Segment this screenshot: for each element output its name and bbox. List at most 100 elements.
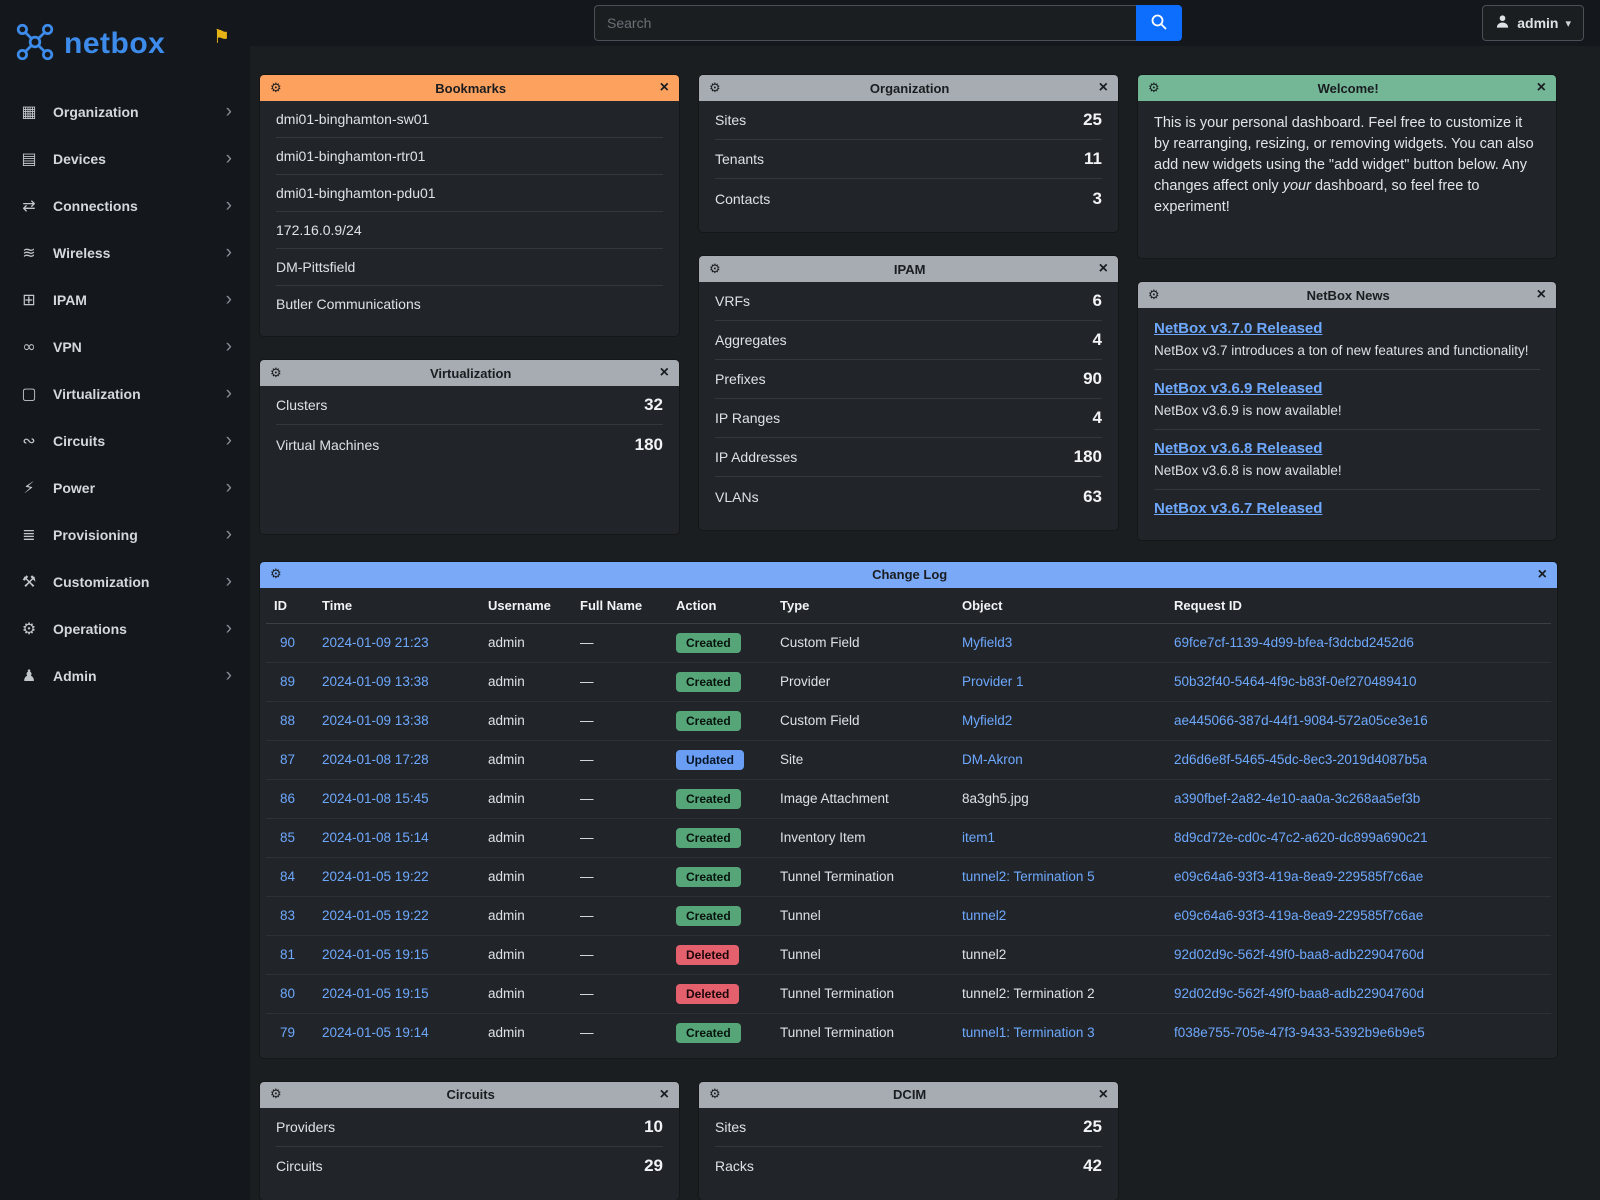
user-menu-button[interactable]: admin ▾ — [1482, 5, 1584, 41]
change-time-link[interactable]: 2024-01-05 19:14 — [322, 1025, 429, 1040]
gear-icon[interactable]: ⚙ — [709, 81, 721, 96]
column-header[interactable]: ID — [266, 588, 314, 624]
change-object-link[interactable]: tunnel2 — [962, 947, 1006, 962]
request-id-link[interactable]: 50b32f40-5464-4f9c-b83f-0ef270489410 — [1174, 674, 1416, 689]
change-id-link[interactable]: 80 — [280, 986, 295, 1001]
change-time-link[interactable]: 2024-01-05 19:22 — [322, 908, 429, 923]
change-object-link[interactable]: Provider 1 — [962, 674, 1024, 689]
change-id-link[interactable]: 85 — [280, 830, 295, 845]
change-time-link[interactable]: 2024-01-09 13:38 — [322, 674, 429, 689]
change-time-link[interactable]: 2024-01-05 19:22 — [322, 869, 429, 884]
request-id-link[interactable]: 8d9cd72e-cd0c-47c2-a620-dc899a690c21 — [1174, 830, 1428, 845]
change-object-link[interactable]: Myfield3 — [962, 635, 1012, 650]
request-id-link[interactable]: a390fbef-2a82-4e10-aa0a-3c268aa5ef3b — [1174, 791, 1420, 806]
change-id-link[interactable]: 87 — [280, 752, 295, 767]
request-id-link[interactable]: f038e755-705e-47f3-9433-5392b9e6b9e5 — [1174, 1025, 1425, 1040]
change-id-link[interactable]: 79 — [280, 1025, 295, 1040]
stat-value[interactable]: 25 — [1083, 110, 1102, 130]
change-time-link[interactable]: 2024-01-09 21:23 — [322, 635, 429, 650]
change-object-link[interactable]: item1 — [962, 830, 995, 845]
bookmark-item[interactable]: Butler Communications — [276, 286, 663, 322]
column-header[interactable]: Type — [772, 588, 954, 624]
close-icon[interactable]: × — [1537, 287, 1546, 303]
change-object-link[interactable]: 8a3gh5.jpg — [962, 791, 1029, 806]
stat-value[interactable]: 4 — [1093, 408, 1102, 428]
stat-value[interactable]: 6 — [1093, 291, 1102, 311]
search-button[interactable] — [1136, 5, 1182, 41]
stat-value[interactable]: 29 — [644, 1156, 663, 1176]
gear-icon[interactable]: ⚙ — [270, 81, 282, 96]
column-header[interactable]: Username — [480, 588, 572, 624]
bookmark-item[interactable]: dmi01-binghamton-rtr01 — [276, 138, 663, 175]
request-id-link[interactable]: 69fce7cf-1139-4d99-bfea-f3dcbd2452d6 — [1174, 635, 1414, 650]
stat-value[interactable]: 10 — [644, 1117, 663, 1137]
news-headline-link[interactable]: NetBox v3.6.7 Released — [1154, 500, 1322, 517]
sidebar-item[interactable]: Circuits › — [0, 417, 250, 464]
change-id-link[interactable]: 86 — [280, 791, 295, 806]
sidebar-item[interactable]: Organization › — [0, 88, 250, 135]
column-header[interactable]: Full Name — [572, 588, 668, 624]
change-time-link[interactable]: 2024-01-05 19:15 — [322, 947, 429, 962]
close-icon[interactable]: × — [660, 1087, 669, 1103]
change-object-link[interactable]: tunnel2: Termination 5 — [962, 869, 1095, 884]
close-icon[interactable]: × — [1099, 261, 1108, 277]
change-id-link[interactable]: 89 — [280, 674, 295, 689]
close-icon[interactable]: × — [660, 80, 669, 96]
change-object-link[interactable]: tunnel1: Termination 3 — [962, 1025, 1095, 1040]
gear-icon[interactable]: ⚙ — [709, 262, 721, 277]
stat-value[interactable]: 4 — [1093, 330, 1102, 350]
sidebar-item[interactable]: Virtualization › — [0, 370, 250, 417]
news-headline-link[interactable]: NetBox v3.6.8 Released — [1154, 440, 1322, 457]
stat-value[interactable]: 90 — [1083, 369, 1102, 389]
bookmark-item[interactable]: DM-Pittsfield — [276, 249, 663, 286]
request-id-link[interactable]: 92d02d9c-562f-49f0-baa8-adb22904760d — [1174, 947, 1424, 962]
request-id-link[interactable]: ae445066-387d-44f1-9084-572a05ce3e16 — [1174, 713, 1428, 728]
flag-icon[interactable]: ⚑ — [213, 26, 230, 48]
news-headline-link[interactable]: NetBox v3.6.9 Released — [1154, 380, 1322, 397]
change-time-link[interactable]: 2024-01-08 17:28 — [322, 752, 429, 767]
gear-icon[interactable]: ⚙ — [270, 567, 282, 582]
column-header[interactable]: Object — [954, 588, 1166, 624]
stat-value[interactable]: 42 — [1083, 1156, 1102, 1176]
stat-value[interactable]: 32 — [644, 395, 663, 415]
sidebar-item[interactable]: IPAM › — [0, 276, 250, 323]
sidebar-item[interactable]: Provisioning › — [0, 511, 250, 558]
change-id-link[interactable]: 90 — [280, 635, 295, 650]
close-icon[interactable]: × — [1099, 1087, 1108, 1103]
request-id-link[interactable]: 2d6d6e8f-5465-45dc-8ec3-2019d4087b5a — [1174, 752, 1427, 767]
change-id-link[interactable]: 88 — [280, 713, 295, 728]
gear-icon[interactable]: ⚙ — [1148, 288, 1160, 303]
news-headline-link[interactable]: NetBox v3.7.0 Released — [1154, 320, 1322, 337]
change-time-link[interactable]: 2024-01-05 19:15 — [322, 986, 429, 1001]
request-id-link[interactable]: 92d02d9c-562f-49f0-baa8-adb22904760d — [1174, 986, 1424, 1001]
gear-icon[interactable]: ⚙ — [270, 1087, 282, 1102]
netbox-logo-text[interactable]: netbox — [64, 27, 165, 61]
stat-value[interactable]: 11 — [1084, 149, 1102, 169]
bookmark-item[interactable]: 172.16.0.9/24 — [276, 212, 663, 249]
change-object-link[interactable]: tunnel2: Termination 2 — [962, 986, 1095, 1001]
change-id-link[interactable]: 83 — [280, 908, 295, 923]
sidebar-item[interactable]: Customization › — [0, 558, 250, 605]
close-icon[interactable]: × — [1538, 567, 1547, 583]
close-icon[interactable]: × — [660, 365, 669, 381]
close-icon[interactable]: × — [1537, 80, 1546, 96]
change-time-link[interactable]: 2024-01-08 15:45 — [322, 791, 429, 806]
gear-icon[interactable]: ⚙ — [1148, 81, 1160, 96]
stat-value[interactable]: 180 — [635, 435, 663, 455]
sidebar-item[interactable]: Admin › — [0, 652, 250, 699]
request-id-link[interactable]: e09c64a6-93f3-419a-8ea9-229585f7c6ae — [1174, 869, 1423, 884]
stat-value[interactable]: 25 — [1083, 1117, 1102, 1137]
stat-value[interactable]: 180 — [1074, 447, 1102, 467]
stat-value[interactable]: 3 — [1093, 189, 1102, 209]
sidebar-item[interactable]: Connections › — [0, 182, 250, 229]
netbox-logo-icon[interactable] — [14, 21, 56, 68]
column-header[interactable]: Request ID — [1166, 588, 1551, 624]
change-object-link[interactable]: DM-Akron — [962, 752, 1023, 767]
column-header[interactable]: Time — [314, 588, 480, 624]
change-time-link[interactable]: 2024-01-09 13:38 — [322, 713, 429, 728]
change-object-link[interactable]: Myfield2 — [962, 713, 1012, 728]
change-time-link[interactable]: 2024-01-08 15:14 — [322, 830, 429, 845]
change-object-link[interactable]: tunnel2 — [962, 908, 1006, 923]
sidebar-item[interactable]: VPN › — [0, 323, 250, 370]
bookmark-item[interactable]: dmi01-binghamton-pdu01 — [276, 175, 663, 212]
